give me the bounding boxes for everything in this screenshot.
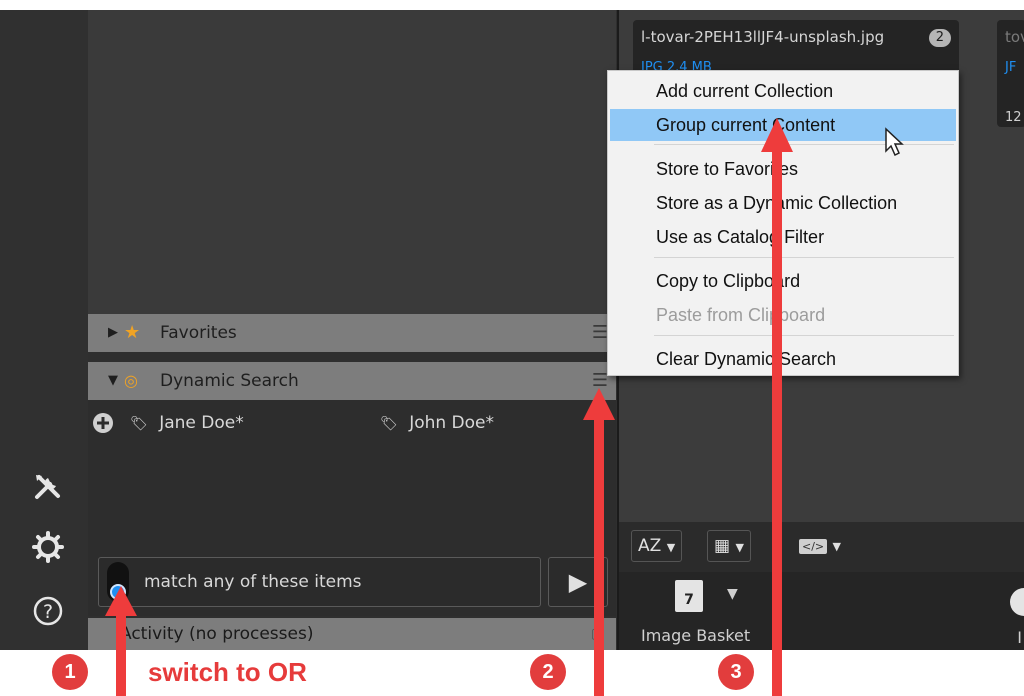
arrow-shaft-3 [772,150,782,696]
step-marker-1: 1 [52,654,88,690]
arrow-head-3 [761,118,793,152]
arrow-shaft-2 [594,418,604,696]
arrow-head-2 [583,388,615,420]
step-marker-3: 3 [718,654,754,690]
annotation-switch-to-or: switch to OR [148,657,307,687]
arrow-head-1 [105,586,137,616]
step-marker-2: 2 [530,654,566,690]
annotation-arrows [105,118,793,696]
arrow-shaft-1 [116,612,126,696]
